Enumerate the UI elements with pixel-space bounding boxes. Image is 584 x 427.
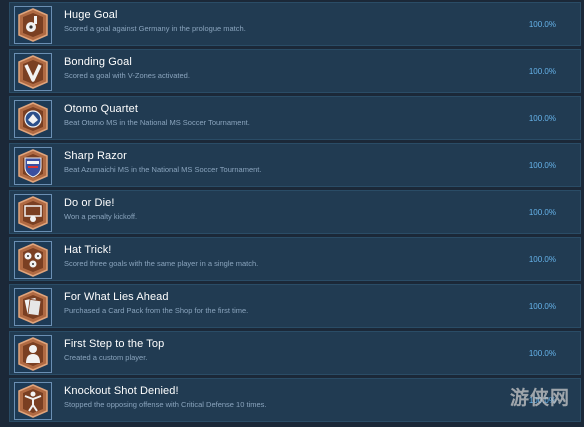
achievement-description: Won a penalty kickoff. [64,212,138,221]
achievement-percent: 100.0% [528,20,556,29]
achievement-description: Purchased a Card Pack from the Shop for … [64,306,249,315]
achievement-title: Sharp Razor [64,150,127,162]
achievement-icon-frame [14,6,52,44]
achievement-percent: 100.0% [528,161,556,170]
achievement-icon-frame [14,100,52,138]
achievement-list: Huge Goal Scored a goal against Germany … [0,0,584,427]
achievement-title: First Step to the Top [64,338,165,350]
achievement-row-sharp-razor[interactable]: Sharp Razor Beat Azumaichi MS in the Nat… [9,143,581,187]
achievement-title: For What Lies Ahead [64,291,169,303]
achievement-title: Otomo Quartet [64,103,139,115]
ball-badge-icon [18,8,48,42]
achievement-icon-frame [14,382,52,420]
achievement-description: Scored a goal against Germany in the pro… [64,24,246,33]
achievement-row-huge-goal[interactable]: Huge Goal Scored a goal against Germany … [9,2,581,46]
achievement-title: Bonding Goal [64,56,132,68]
achievement-row-otomo-quartet[interactable]: Otomo Quartet Beat Otomo MS in the Natio… [9,96,581,140]
achievement-description: Beat Otomo MS in the National MS Soccer … [64,118,250,127]
achievement-title: Huge Goal [64,9,118,21]
player-silhouette-badge-icon [18,337,48,371]
card-pack-badge-icon [18,290,48,324]
watermark-text: 游侠网 [510,387,571,409]
goalkeeper-badge-icon [18,384,48,418]
achievement-description: Stopped the opposing offense with Critic… [64,400,267,409]
achievement-icon-frame [14,335,52,373]
achievement-percent: 100.0% [528,67,556,76]
penalty-badge-icon [18,196,48,230]
achievement-icon-frame [14,241,52,279]
achievement-title: Do or Die! [64,197,115,209]
school-crest-badge-icon [18,102,48,136]
achievement-icon-frame [14,53,52,91]
achievement-title: Knockout Shot Denied! [64,385,179,397]
achievement-title: Hat Trick! [64,244,112,256]
achievement-percent: 100.0% [528,114,556,123]
achievement-icon-frame [14,194,52,232]
achievement-icon-frame [14,147,52,185]
v-badge-icon [18,55,48,89]
three-balls-badge-icon [18,243,48,277]
achievement-percent: 100.0% [528,208,556,217]
achievement-row-first-step-to-the-top[interactable]: First Step to the Top Created a custom p… [9,331,581,375]
achievement-row-for-what-lies-ahead[interactable]: For What Lies Ahead Purchased a Card Pac… [9,284,581,328]
achievement-row-knockout-shot-denied[interactable]: Knockout Shot Denied! Stopped the opposi… [9,378,581,422]
achievement-row-bonding-goal[interactable]: Bonding Goal Scored a goal with V-Zones … [9,49,581,93]
achievement-percent: 100.0% [528,255,556,264]
shield-crest-badge-icon [18,149,48,183]
achievement-percent: 100.0% [528,349,556,358]
achievement-icon-frame [14,288,52,326]
achievement-percent: 100.0% [528,302,556,311]
achievement-description: Created a custom player. [64,353,148,362]
achievement-description: Scored three goals with the same player … [64,259,259,268]
achievement-description: Scored a goal with V-Zones activated. [64,71,190,80]
achievement-row-hat-trick[interactable]: Hat Trick! Scored three goals with the s… [9,237,581,281]
achievement-description: Beat Azumaichi MS in the National MS Soc… [64,165,262,174]
site-watermark: 游侠网 [502,383,580,423]
achievement-row-do-or-die[interactable]: Do or Die! Won a penalty kickoff. 100.0% [9,190,581,234]
